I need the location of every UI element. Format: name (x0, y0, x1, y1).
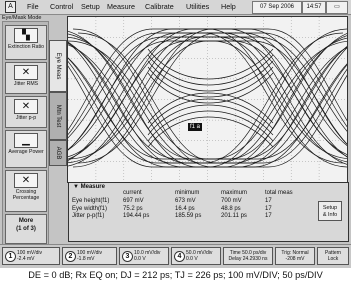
row-total: 17 (265, 198, 272, 204)
channel-2-badge: 2 (65, 251, 76, 262)
menu-file[interactable]: File (27, 2, 39, 11)
info-label: & Info (322, 212, 338, 218)
trigger-button[interactable]: Trig: Normal -208 mV (275, 247, 315, 265)
average-power-button[interactable]: ▁ Average Power (5, 130, 47, 168)
tab-mtn-test[interactable]: Mtn Test (49, 92, 67, 140)
figure-caption: DE = 0 dB; Rx EQ on; DJ = 212 ps; TJ = 2… (28, 270, 323, 280)
crossing-percentage-label: Crossing Percentage (12, 189, 40, 201)
jitter-pp-label: Jitter p-p (15, 115, 37, 121)
row-total: 17 (265, 213, 272, 219)
header-current: current (123, 190, 142, 196)
measurement-panel: ▼ Measure current minimum maximum total … (68, 182, 349, 242)
channel-3-badge: 3 (122, 251, 133, 262)
jitter-rms-button[interactable]: ✕ Jitter RMS (5, 62, 47, 94)
channel-1-button[interactable]: 1 100 mV/div -2.4 mV (2, 247, 60, 265)
row-minimum: 673 mV (175, 198, 196, 204)
window-control-icon[interactable]: ▭ (326, 1, 348, 14)
row-current: 697 mV (123, 198, 144, 204)
channel-2-button[interactable]: 2 100 mV/div -1.8 mV (62, 247, 117, 265)
eye-diagram-svg (68, 17, 347, 182)
crossing-percentage-icon: ✕ (14, 173, 38, 188)
row-maximum: 201.11 ps (221, 213, 247, 219)
collapse-arrow-icon[interactable]: ▼ (73, 184, 79, 190)
header-maximum: maximum (221, 190, 248, 196)
average-power-icon: ▁ (14, 133, 38, 148)
row-name: Jitter p-p(f1) (72, 213, 105, 219)
average-power-label: Average Power (8, 149, 44, 155)
pattern-lock-button[interactable]: Pattern Lock (317, 247, 349, 265)
menu-help[interactable]: Help (221, 2, 236, 11)
channel-3-button[interactable]: 3 10.0 mV/div 0.0 V (119, 247, 169, 265)
menu-calibrate[interactable]: Calibrate (145, 2, 174, 11)
extinction-ratio-label: Extinction Ratio (7, 44, 45, 50)
app-icon[interactable]: A (5, 1, 16, 13)
channel-4-text: 50.0 mV/div 0.0 V (186, 250, 213, 262)
jitter-pp-icon: ✕ (14, 99, 38, 114)
timebase-button[interactable]: Time 50.0 ps/div Delay 24.2930 ns (223, 247, 273, 265)
channel-4-badge: 4 (174, 251, 185, 262)
measure-tab[interactable]: ▼ Measure (73, 184, 105, 190)
trigger-text: Trig: Normal -208 mV (281, 250, 309, 262)
jitter-rms-label: Jitter RMS (13, 81, 39, 87)
jitter-rms-icon: ✕ (14, 65, 38, 80)
measure-tab-label: Measure (80, 184, 105, 190)
status-bar: 1 100 mV/div -2.4 mV 2 100 mV/div -1.8 mV … (0, 244, 351, 268)
pattern-lock-text: Pattern Lock (324, 250, 342, 262)
row-current: 194.44 ps (123, 213, 150, 219)
time-display: 14:57 (302, 1, 326, 14)
tab-mtn-test-label: Mtn Test (55, 104, 61, 128)
tab-agb[interactable]: AGB (49, 140, 67, 166)
jitter-pp-button[interactable]: ✕ Jitter p-p (5, 96, 47, 128)
setup-info-button[interactable]: Setup & Info (318, 201, 342, 221)
measurement-toolbar: ▚ Extinction Ratio ✕ Jitter RMS ✕ Jitter… (2, 21, 49, 245)
more-button[interactable]: More (1 of 3) (5, 214, 47, 244)
row-name: Eye height(f1) (72, 198, 110, 204)
eye-trace (147, 54, 274, 86)
eye-diagram-plot[interactable]: f1 a (67, 16, 348, 183)
tab-agb-label: AGB (55, 146, 61, 160)
scope-screen: A File Control Setup Measure Calibrate U… (0, 0, 351, 268)
header-total-meas: total meas (265, 190, 293, 196)
tab-eye-meas-label: Eye Meas (55, 52, 61, 80)
row-maximum: 700 mV (221, 198, 242, 204)
eye-trace (68, 42, 347, 164)
menu-bar: A File Control Setup Measure Calibrate U… (0, 0, 351, 15)
row-name: Eye width(f1) (72, 205, 108, 212)
row-minimum: 185.59 ps (175, 213, 202, 219)
timebase-text: Time 50.0 ps/div Delay 24.2930 ns (228, 250, 268, 262)
eye-trace (68, 28, 347, 150)
channel-1-text: 100 mV/div -2.4 mV (17, 250, 43, 262)
channel-3-text: 10.0 mV/div 0.0 V (134, 250, 161, 262)
channel-2-text: 100 mV/div -1.8 mV (77, 250, 103, 262)
channel-1-badge: 1 (5, 251, 16, 262)
header-minimum: minimum (175, 190, 200, 196)
date-display: 07 Sep 2006 (252, 1, 302, 14)
tab-eye-meas[interactable]: Eye Meas (49, 40, 67, 92)
more-page-label: (1 of 3) (16, 226, 36, 232)
row-total: 17 (265, 205, 272, 212)
setup-label: Setup (322, 205, 338, 211)
menu-utilities[interactable]: Utilities (186, 2, 209, 11)
measurement-marker[interactable]: f1 a (188, 123, 203, 131)
row-minimum: 16.4 ps (175, 205, 195, 212)
extinction-ratio-button[interactable]: ▚ Extinction Ratio (5, 25, 47, 60)
crossing-percentage-button[interactable]: ✕ Crossing Percentage (5, 170, 47, 212)
extinction-ratio-icon: ▚ (14, 28, 38, 43)
menu-setup[interactable]: Setup (81, 2, 100, 11)
more-label: More (18, 218, 34, 224)
eye-trace (147, 116, 274, 148)
menu-control[interactable]: Control (50, 2, 73, 11)
channel-4-button[interactable]: 4 50.0 mV/div 0.0 V (171, 247, 221, 265)
row-current: 75.2 ps (123, 205, 143, 212)
row-maximum: 48.8 ps (221, 205, 241, 212)
menu-measure[interactable]: Measure (107, 2, 135, 11)
